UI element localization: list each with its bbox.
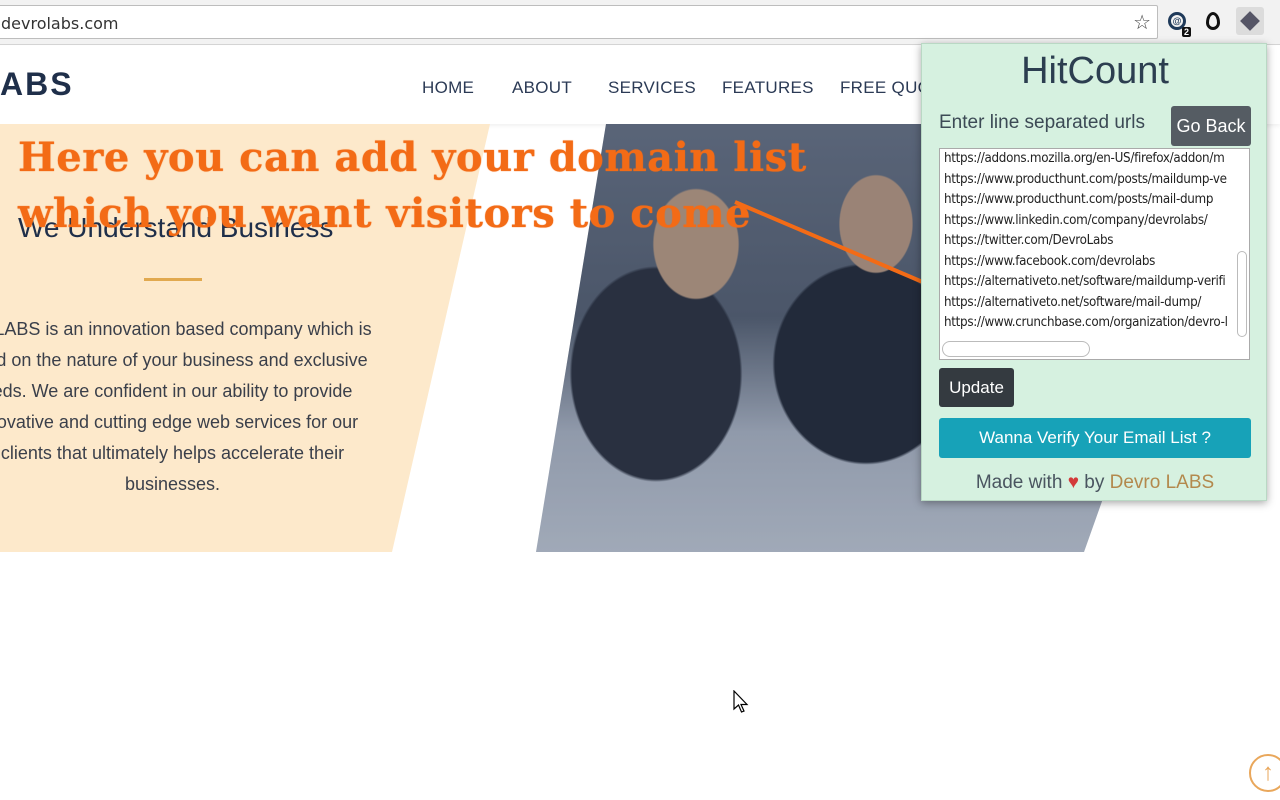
url-line: https://www.producthunt.com/posts/maildu…	[944, 171, 1227, 187]
url-line: https://twitter.com/DevroLabs	[944, 233, 1114, 248]
extension-badge: 2	[1181, 27, 1191, 37]
url-line: https://alternativeto.net/software/mail-…	[944, 294, 1202, 310]
horizontal-scrollbar[interactable]	[942, 341, 1090, 357]
vertical-scrollbar[interactable]	[1237, 251, 1247, 337]
url-line: https://alternativeto.net/software/maild…	[944, 274, 1226, 289]
mouse-cursor-icon	[733, 690, 749, 713]
url-line: https://www.crunchbase.com/organization/…	[944, 315, 1228, 330]
diamond-icon	[1240, 11, 1260, 31]
update-button[interactable]: Update	[939, 368, 1014, 407]
popup-footer: Made with ♥ by Devro LABS	[922, 472, 1268, 494]
hero-card: We Understand Business ro LABS is an inn…	[0, 124, 490, 552]
heart-icon: ♥	[1067, 472, 1079, 493]
nav-about[interactable]: ABOUT	[512, 78, 572, 98]
pin-icon	[1206, 12, 1220, 30]
go-back-button[interactable]: Go Back	[1171, 106, 1251, 146]
popup-title: HitCount	[1021, 50, 1169, 92]
urls-textarea[interactable]: https://addons.mozilla.org/en-US/firefox…	[939, 148, 1250, 360]
pin-extension-icon[interactable]	[1201, 9, 1225, 33]
hero-divider	[144, 278, 202, 281]
nav-features[interactable]: FEATURES	[722, 78, 814, 98]
url-line: https://www.facebook.com/devrolabs	[944, 253, 1156, 269]
url-line: https://addons.mozilla.org/en-US/firefox…	[944, 151, 1225, 166]
hitcount-popup: HitCount Enter line separated urls Go Ba…	[921, 43, 1267, 501]
nav-home[interactable]: HOME	[422, 78, 474, 98]
site-logo[interactable]: ABS	[0, 66, 74, 103]
annotation-line-1: Here you can add your domain list	[18, 134, 807, 181]
url-line: https://www.producthunt.com/posts/mail-d…	[944, 192, 1214, 207]
devro-labs-link[interactable]: Devro LABS	[1110, 472, 1215, 493]
browser-toolbar: devrolabs.com ☆ @ 2	[0, 0, 1280, 45]
urls-label: Enter line separated urls	[939, 112, 1145, 133]
hero-text: ro LABS is an innovation based company w…	[0, 319, 372, 494]
screen: devrolabs.com ☆ @ 2 ABS HOME ABOUT SERVI…	[0, 0, 1280, 800]
address-bar[interactable]: devrolabs.com ☆	[0, 5, 1158, 39]
nav-services[interactable]: SERVICES	[608, 78, 696, 98]
verify-email-button[interactable]: Wanna Verify Your Email List ?	[939, 418, 1251, 458]
scroll-to-top-icon[interactable]: ↑	[1249, 754, 1280, 792]
url-line: https://www.linkedin.com/company/devrola…	[944, 212, 1208, 228]
email-extension-icon[interactable]: @ 2	[1165, 9, 1191, 37]
footer-made-text: Made with	[975, 472, 1063, 493]
star-icon[interactable]: ☆	[1133, 10, 1151, 35]
annotation-line-2: which you want visitors to come	[18, 190, 752, 237]
hitcount-extension-icon[interactable]	[1236, 7, 1264, 35]
url-text[interactable]: devrolabs.com	[1, 14, 118, 33]
footer-by-text: by	[1084, 472, 1105, 493]
